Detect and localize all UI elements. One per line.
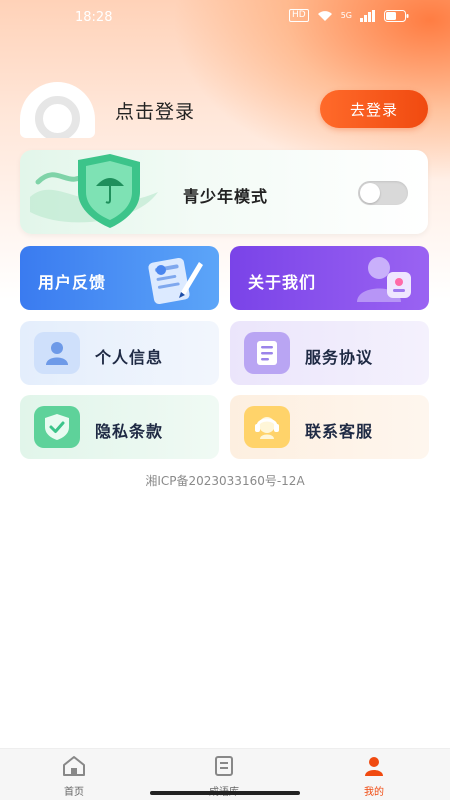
avatar-placeholder-icon bbox=[35, 96, 80, 138]
feedback-document-icon bbox=[141, 252, 205, 306]
privacy-card[interactable]: 隐私条款 bbox=[20, 395, 219, 459]
youth-mode-card[interactable]: 青少年模式 bbox=[20, 150, 428, 234]
signal-icon bbox=[360, 9, 376, 22]
about-card[interactable]: 关于我们 bbox=[230, 246, 429, 310]
contact-card[interactable]: 联系客服 bbox=[230, 395, 429, 459]
customer-service-icon bbox=[244, 406, 290, 448]
feedback-label: 用户反馈 bbox=[38, 273, 107, 292]
hd-badge: HD bbox=[289, 9, 309, 22]
privacy-label: 隐私条款 bbox=[95, 422, 164, 441]
service-agreement-card[interactable]: 服务协议 bbox=[230, 321, 429, 385]
document-icon bbox=[244, 332, 290, 374]
youth-mode-toggle[interactable] bbox=[358, 181, 408, 205]
feedback-card[interactable]: 用户反馈 bbox=[20, 246, 219, 310]
login-prompt[interactable]: 点击登录 bbox=[115, 97, 195, 124]
tab-mine[interactable]: 我的 bbox=[344, 755, 404, 798]
service-agreement-label: 服务协议 bbox=[305, 348, 374, 367]
personal-info-label: 个人信息 bbox=[95, 348, 164, 367]
icp-record[interactable]: 湘ICP备2023033160号-12A bbox=[0, 472, 450, 489]
battery-icon bbox=[384, 9, 410, 22]
shield-check-icon bbox=[34, 406, 80, 448]
tab-home-label: 首页 bbox=[64, 787, 84, 798]
home-indicator[interactable] bbox=[150, 791, 300, 795]
about-label: 关于我们 bbox=[248, 273, 317, 292]
status-time: 18:28 bbox=[75, 10, 113, 25]
youth-mode-label: 青少年模式 bbox=[183, 187, 269, 206]
status-icons: HD 5G bbox=[289, 9, 410, 22]
wifi-icon bbox=[317, 10, 333, 22]
login-button[interactable]: 去登录 bbox=[320, 90, 428, 128]
about-user-badge-icon bbox=[351, 252, 415, 306]
person-icon bbox=[34, 332, 80, 374]
toggle-knob bbox=[360, 183, 380, 203]
shield-umbrella-icon bbox=[28, 152, 178, 234]
user-icon bbox=[365, 757, 383, 776]
tab-home[interactable]: 首页 bbox=[44, 755, 104, 798]
personal-info-card[interactable]: 个人信息 bbox=[20, 321, 219, 385]
contact-label: 联系客服 bbox=[305, 422, 374, 441]
network-label: 5G bbox=[340, 10, 352, 20]
status-bar: 18:28 HD 5G bbox=[0, 0, 450, 36]
tab-mine-label: 我的 bbox=[364, 787, 384, 798]
book-icon bbox=[215, 756, 233, 776]
home-icon bbox=[63, 756, 85, 776]
